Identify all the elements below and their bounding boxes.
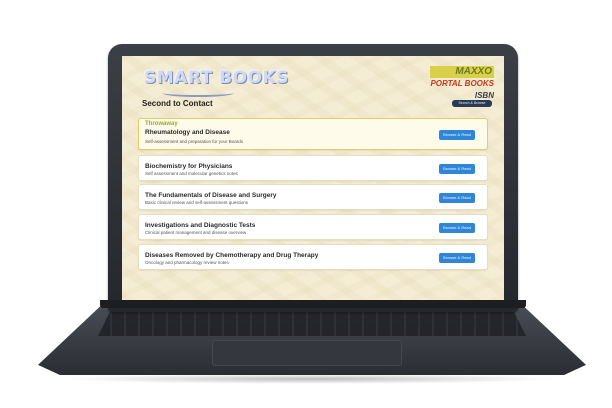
brand-logo-2: PORTAL BOOKS (430, 79, 494, 88)
trackpad (212, 340, 402, 366)
card-subtitle: Oncology and pharmacology review notes (145, 260, 229, 265)
logo-swoosh (162, 89, 234, 97)
search-browse-button[interactable]: Search & Browse (452, 100, 492, 107)
laptop-hinge (100, 300, 526, 308)
card-title: Investigations and Diagnostic Tests (145, 222, 256, 229)
book-card[interactable]: Biochemistry for Physicians Self assessm… (138, 155, 488, 181)
card-title: The Fundamentals of Disease and Surgery (145, 192, 277, 199)
app-logo[interactable]: SMART BOOKS (144, 68, 289, 88)
laptop-screen: SMART BOOKS MAXXO PORTAL BOOKS ISBN Seco… (122, 56, 504, 300)
card-title: Biochemistry for Physicians (145, 163, 233, 170)
section-title: Second to Contact (142, 99, 213, 108)
card-read-button[interactable]: Browse & Read (439, 130, 475, 140)
card-title: Rheumatology and Disease (145, 129, 230, 136)
card-read-button[interactable]: Browse & Read (439, 193, 475, 203)
book-card[interactable]: Investigations and Diagnostic Tests Clin… (138, 214, 488, 240)
card-read-button[interactable]: Browse & Read (439, 253, 475, 263)
card-read-button[interactable]: Browse & Read (439, 223, 475, 233)
card-subtitle: Basic clinical review and self-assessmen… (145, 200, 249, 205)
brand-logo-1: MAXXO (430, 66, 494, 78)
card-title: Diseases Removed by Chemotherapy and Dru… (145, 252, 319, 259)
book-card[interactable]: The Fundamentals of Disease and Surgery … (138, 184, 488, 210)
keyboard (98, 310, 526, 336)
card-read-button[interactable]: Browse & Read (439, 164, 475, 174)
book-card[interactable]: Throwaway Rheumatology and Disease Self-… (138, 118, 488, 150)
card-subtitle: Clinical patient management and disease … (145, 230, 247, 235)
brand-logos: MAXXO PORTAL BOOKS ISBN (430, 66, 494, 102)
laptop-shadow (60, 374, 560, 384)
card-label: Throwaway (145, 121, 178, 127)
card-subtitle: Self-assessment and preparation for your… (145, 139, 244, 144)
card-subtitle: Self assessment and molecular genetics n… (145, 171, 238, 176)
book-card[interactable]: Diseases Removed by Chemotherapy and Dru… (138, 244, 488, 270)
